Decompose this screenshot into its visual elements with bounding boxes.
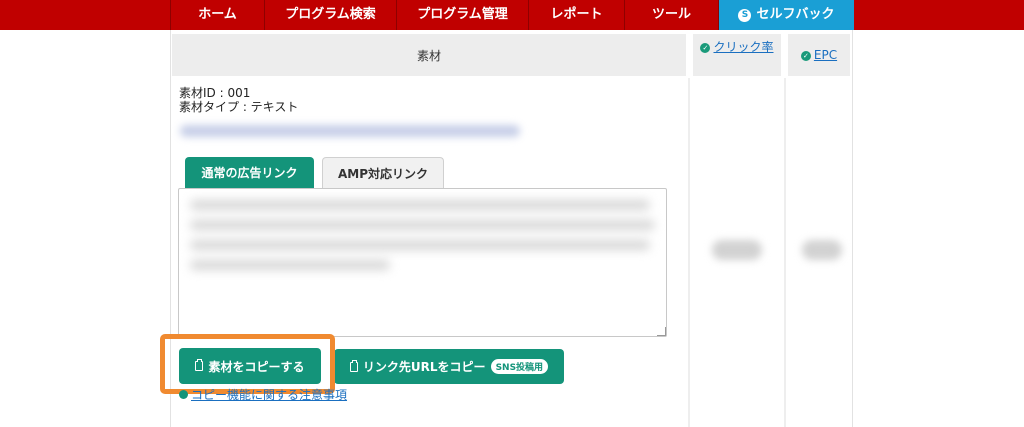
column-divider xyxy=(784,78,786,427)
nav-program-management[interactable]: プログラム管理 xyxy=(396,0,528,30)
check-circle-icon: ✓ xyxy=(700,43,711,53)
blurred-code-line xyxy=(190,260,390,270)
selfback-icon: S xyxy=(738,8,752,22)
blurred-code-line xyxy=(190,240,650,250)
column-divider xyxy=(688,78,690,427)
blurred-click-rate-value xyxy=(712,240,762,260)
tab-amp-link[interactable]: AMP対応リンク xyxy=(322,157,444,188)
nav-home[interactable]: ホーム xyxy=(170,0,264,30)
epc-sort-link[interactable]: EPC xyxy=(814,48,837,62)
click-rate-sort-link[interactable]: クリック率 xyxy=(713,40,773,54)
material-meta: 素材ID : 001 素材タイプ : テキスト xyxy=(179,86,298,114)
copy-url-label: リンク先URLをコピー xyxy=(362,360,486,374)
nav-program-search[interactable]: プログラム検索 xyxy=(264,0,396,30)
material-id: 素材ID : 001 xyxy=(179,86,251,100)
blurred-code-line xyxy=(190,220,655,230)
material-header-label: 素材 xyxy=(416,48,441,63)
tab-normal-ad-link[interactable]: 通常の広告リンク xyxy=(185,157,314,188)
blurred-code-line xyxy=(190,200,650,210)
sns-badge: SNS投稿用 xyxy=(490,359,549,374)
nav-selfback[interactable]: S セルフバック xyxy=(718,0,854,30)
material-column-header: 素材 xyxy=(172,34,686,76)
highlight-box xyxy=(160,334,335,394)
blurred-epc-value xyxy=(802,240,842,260)
copy-notice-link[interactable]: コピー機能に関する注意事項 xyxy=(179,386,347,403)
copy-link-url-button[interactable]: リンク先URLをコピー SNS投稿用 xyxy=(334,349,564,384)
material-type: 素材タイプ : テキスト xyxy=(179,100,299,114)
click-rate-column-header[interactable]: ✓ クリック率 xyxy=(693,34,781,76)
copy-notice-label: コピー機能に関する注意事項 xyxy=(191,388,348,402)
nav-selfback-label: セルフバック xyxy=(756,7,835,22)
check-circle-icon: ✓ xyxy=(800,51,811,61)
info-dot-icon xyxy=(179,390,188,399)
blurred-material-title xyxy=(180,125,520,137)
top-nav: ホーム プログラム検索 プログラム管理 レポート ツール S セルフバック xyxy=(0,0,1024,30)
nav-report[interactable]: レポート xyxy=(528,0,624,30)
nav-tools[interactable]: ツール xyxy=(624,0,718,30)
nav-items: ホーム プログラム検索 プログラム管理 レポート ツール S セルフバック xyxy=(170,0,854,30)
epc-column-header[interactable]: ✓ EPC xyxy=(788,34,850,76)
clipboard-icon xyxy=(349,359,358,372)
resize-handle[interactable] xyxy=(657,327,666,336)
table-right-border xyxy=(852,30,853,427)
